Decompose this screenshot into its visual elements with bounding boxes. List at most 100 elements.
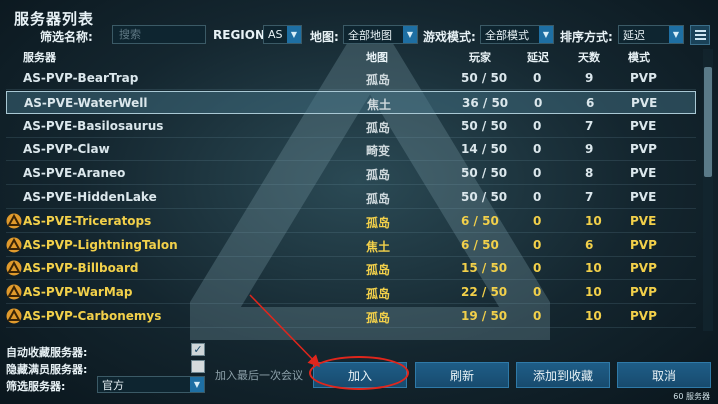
map-select[interactable]: 全部地图 ▼	[343, 25, 418, 44]
table-row[interactable]: AS-PVP-LightningTalon 焦土 6 / 50 0 6 PVP	[6, 234, 696, 257]
server-mode: PVP	[630, 309, 657, 323]
server-days: 9	[585, 71, 594, 85]
column-header-map[interactable]: 地图	[366, 49, 388, 65]
server-players: 50 / 50	[461, 166, 508, 181]
hide-full-checkbox[interactable]	[191, 360, 205, 373]
server-ping: 0	[533, 213, 542, 228]
chevron-down-icon: ▼	[669, 26, 683, 43]
add-favorite-button[interactable]: 添加到收藏	[516, 362, 610, 388]
sort-label: 排序方式:	[560, 30, 613, 44]
server-players: 36 / 50	[462, 95, 509, 110]
mode-select[interactable]: 全部模式 ▼	[480, 25, 554, 44]
table-row[interactable]: AS-PVE-Basilosaurus 孤岛 50 / 50 0 7 PVE	[6, 115, 696, 138]
server-mode: PVP	[630, 261, 657, 276]
server-mode: PVE	[630, 118, 657, 133]
official-server-icon	[6, 284, 22, 300]
server-map: 孤岛	[366, 215, 391, 230]
join-last-session-button[interactable]: 加入最后一次会议	[213, 362, 305, 388]
server-mode: PVE	[630, 213, 657, 228]
auto-favorite-checkbox[interactable]: ✓	[191, 343, 205, 356]
filter-bar: 筛选名称: REGION: AS ▼ 地图: 全部地图 ▼ 游戏模式: 全部模式…	[0, 25, 718, 45]
server-map: 孤岛	[366, 287, 391, 302]
official-server-icon	[6, 237, 22, 253]
server-name: AS-PVE-Araneo	[23, 166, 126, 181]
hide-full-label: 隐藏满员服务器:	[6, 363, 88, 376]
server-name: AS-PVE-Triceratops	[23, 213, 152, 228]
column-header-mode[interactable]: 模式	[628, 49, 650, 65]
server-players: 50 / 50	[461, 190, 508, 204]
official-server-icon	[6, 260, 22, 276]
server-ping: 0	[534, 95, 543, 110]
server-name: AS-PVP-Claw	[23, 142, 110, 157]
server-players: 14 / 50	[461, 142, 508, 157]
search-label: 筛选名称:	[40, 30, 93, 44]
server-players: 50 / 50	[461, 118, 508, 133]
annotation-circle	[309, 356, 409, 390]
table-row[interactable]: AS-PVE-Triceratops 孤岛 6 / 50 0 10 PVE	[6, 210, 696, 233]
table-row[interactable]: AS-PVP-Carbonemys 孤岛 19 / 50 0 10 PVP	[6, 305, 696, 328]
scrollbar-thumb[interactable]	[704, 67, 712, 177]
server-days: 10	[585, 213, 602, 228]
server-name: AS-PVP-WarMap	[23, 285, 133, 300]
server-days: 6	[586, 95, 595, 110]
cancel-button[interactable]: 取消	[617, 362, 711, 388]
server-ping: 0	[533, 118, 542, 133]
server-ping: 0	[533, 261, 542, 276]
table-row[interactable]: AS-PVP-BearTrap 孤岛 50 / 50 0 9 PVP	[6, 67, 696, 90]
server-count: 60 服务器	[673, 392, 710, 401]
server-map: 焦土	[367, 97, 392, 112]
server-days: 8	[585, 166, 594, 181]
filter-servers-value: 官方	[102, 378, 124, 392]
chevron-down-icon: ▼	[287, 26, 301, 43]
server-mode: PVP	[630, 142, 657, 157]
search-input[interactable]	[112, 25, 206, 44]
server-name: AS-PVP-Billboard	[23, 261, 139, 276]
chevron-down-icon: ▼	[190, 377, 204, 392]
official-server-icon	[6, 213, 22, 229]
sort-value: 延迟	[623, 28, 645, 42]
server-mode: PVP	[630, 237, 657, 252]
filter-servers-label: 筛选服务器:	[6, 380, 66, 393]
column-header-server[interactable]: 服务器	[23, 49, 56, 65]
table-row[interactable]: AS-PVP-WarMap 孤岛 22 / 50 0 10 PVP	[6, 281, 696, 305]
table-row[interactable]: AS-PVP-Claw 畸变 14 / 50 0 9 PVP	[6, 138, 696, 162]
server-ping: 0	[533, 309, 542, 323]
table-row[interactable]: AS-PVE-Araneo 孤岛 50 / 50 0 8 PVE	[6, 162, 696, 186]
official-server-icon	[6, 308, 22, 324]
server-map: 焦土	[366, 239, 391, 254]
column-header-ping[interactable]: 延迟	[527, 49, 549, 65]
mode-label: 游戏模式:	[423, 30, 476, 44]
table-row[interactable]: AS-PVE-WaterWell 焦土 36 / 50 0 6 PVE	[6, 90, 696, 114]
scrollbar[interactable]	[703, 49, 713, 331]
server-players: 50 / 50	[461, 71, 508, 85]
server-map: 孤岛	[366, 192, 391, 206]
server-name: AS-PVP-Carbonemys	[23, 309, 162, 323]
server-name: AS-PVP-LightningTalon	[23, 237, 178, 252]
server-name: AS-PVP-BearTrap	[23, 71, 139, 85]
server-mode: PVE	[630, 166, 657, 181]
server-days: 10	[585, 285, 602, 300]
server-days: 9	[585, 142, 594, 157]
checkmark-icon: ✓	[193, 343, 203, 356]
auto-favorite-label: 自动收藏服务器:	[6, 346, 88, 359]
server-map: 孤岛	[366, 73, 391, 87]
column-header-players[interactable]: 玩家	[469, 49, 491, 65]
region-select[interactable]: AS ▼	[263, 25, 302, 44]
server-map: 孤岛	[366, 263, 391, 278]
refresh-button[interactable]: 刷新	[415, 362, 509, 388]
server-name: AS-PVE-Basilosaurus	[23, 118, 164, 133]
filter-servers-select[interactable]: 官方 ▼	[97, 376, 205, 393]
sort-select[interactable]: 延迟 ▼	[618, 25, 684, 44]
server-ping: 0	[533, 142, 542, 157]
map-value: 全部地图	[348, 28, 392, 42]
server-mode: PVE	[630, 190, 657, 204]
server-players: 6 / 50	[461, 213, 499, 228]
server-ping: 0	[533, 166, 542, 181]
list-view-icon[interactable]	[690, 25, 710, 45]
server-name: AS-PVE-HiddenLake	[23, 190, 157, 204]
column-header-days[interactable]: 天数	[578, 49, 600, 65]
server-days: 7	[585, 118, 594, 133]
table-row[interactable]: AS-PVP-Billboard 孤岛 15 / 50 0 10 PVP	[6, 257, 696, 281]
mode-value: 全部模式	[485, 28, 529, 42]
table-row[interactable]: AS-PVE-HiddenLake 孤岛 50 / 50 0 7 PVE	[6, 186, 696, 209]
